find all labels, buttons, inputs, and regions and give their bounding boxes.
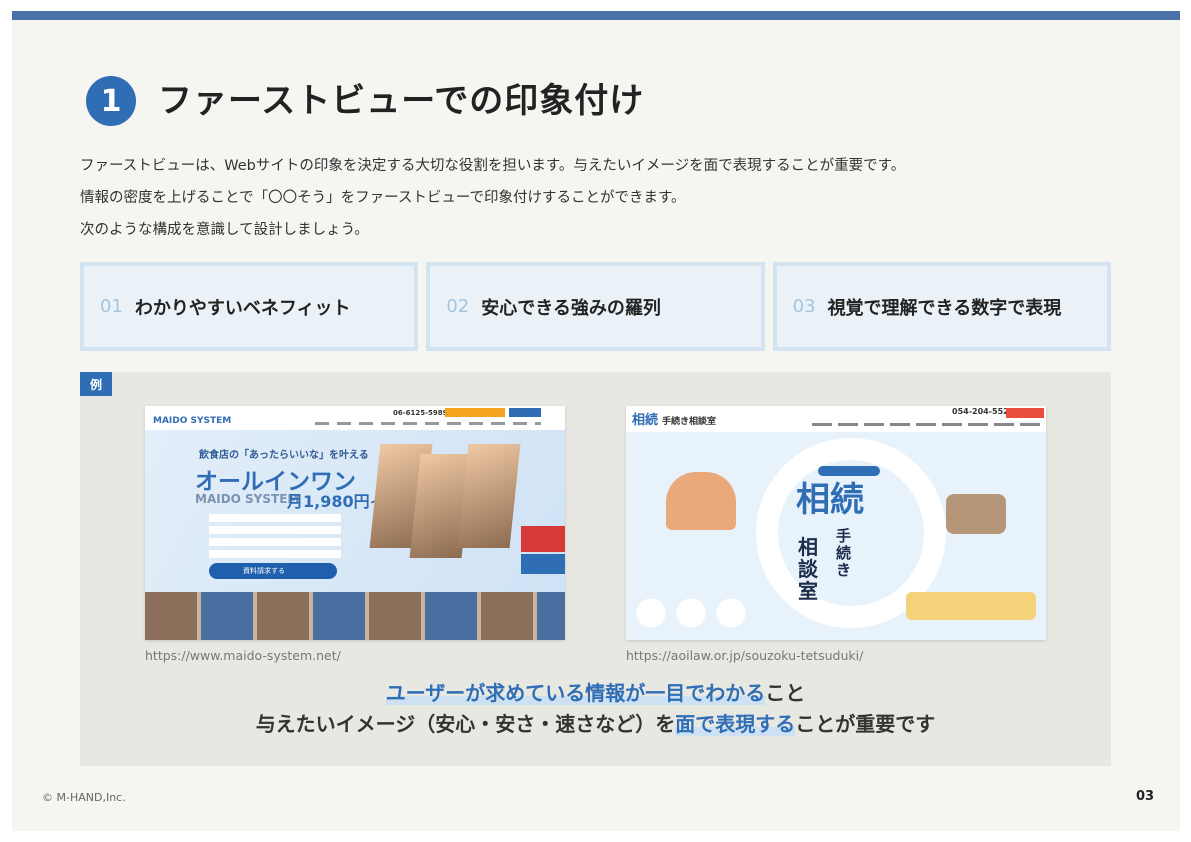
- mock-feature-chips: [285, 514, 341, 558]
- summary-highlight: 面で表現する: [675, 712, 796, 736]
- mock-hero: 相続 手続き 相談室: [626, 432, 1046, 640]
- mock-hero: 飲食店の「あったらいいな」を叶える オールインワン MAIDO SYSTEM 月…: [145, 430, 565, 592]
- copyright: © M-HAND,Inc.: [42, 791, 126, 804]
- example-tag: 例: [80, 372, 112, 396]
- mock-headline: 相続: [796, 480, 864, 520]
- point-card-02: 02 安心できる強みの羅列: [426, 262, 765, 351]
- intro-line: 次のような構成を意識して設計しましょう。: [80, 222, 369, 238]
- mock-nav: [812, 423, 1042, 426]
- slide: 1 ファーストビューでの印象付け ファーストビューは、Webサイトの印象を決定す…: [12, 11, 1180, 831]
- mock-subcopy: 相談室: [798, 535, 818, 603]
- mock-side-banner: [521, 526, 565, 552]
- example-screenshot-maido: MAIDO SYSTEM 06-6125-5989 飲食店の「あったらいいな」を…: [145, 406, 565, 640]
- mock-subcopy: 手続き: [836, 527, 852, 579]
- point-number: 03: [792, 296, 816, 317]
- mock-site-header: MAIDO SYSTEM 06-6125-5989: [145, 406, 565, 430]
- mock-illustration: [666, 472, 736, 530]
- mock-photo: [457, 444, 521, 548]
- example-summary: ユーザーが求めている情報が一目でわかること 与えたいイメージ（安心・安さ・速さな…: [80, 678, 1111, 740]
- page-number: 03: [1136, 789, 1155, 804]
- intro-line: ファーストビューは、Webサイトの印象を決定する大切な役割を担います。与えたいイ…: [80, 158, 906, 174]
- mock-header-button: [1006, 408, 1044, 418]
- example-panel: 例 MAIDO SYSTEM 06-6125-5989 飲食店の「あったらいいな…: [80, 372, 1111, 766]
- mock-site-header: 相続 手続き相談室 054-204-5521: [626, 406, 1046, 432]
- mock-nav: [315, 422, 541, 425]
- point-number: 01: [100, 296, 123, 317]
- mock-price: 月1,980円~: [287, 492, 384, 511]
- mock-side-banner: [521, 554, 565, 574]
- mock-phone: 054-204-5521: [952, 407, 1015, 416]
- point-label: わかりやすいベネフィット: [134, 297, 351, 319]
- example-screenshot-aoilaw: 相続 手続き相談室 054-204-5521 相続 手続き 相談室: [626, 406, 1046, 640]
- mock-badge: [818, 466, 880, 476]
- mock-subcopy: 飲食店の「あったらいいな」を叶える: [199, 450, 369, 461]
- mock-illustration: [946, 494, 1006, 534]
- point-label: 視覚で理解できる数字で表現: [827, 297, 1062, 319]
- page-title: ファーストビューでの印象付け: [158, 81, 645, 121]
- summary-highlight: ユーザーが求めている情報が一目でわかる: [385, 681, 766, 705]
- point-card-03: 03 視覚で理解できる数字で表現: [772, 262, 1111, 351]
- mock-logo: MAIDO SYSTEM: [153, 416, 232, 426]
- mock-site-name: 手続き相談室: [662, 417, 717, 427]
- mock-feature-circles: [636, 598, 756, 628]
- section-number-badge: 1: [86, 76, 136, 126]
- point-number: 02: [446, 296, 470, 317]
- example-url: https://aoilaw.or.jp/souzoku-tetsuduki/: [626, 648, 864, 663]
- summary-line: ユーザーが求めている情報が一目でわかること: [80, 678, 1111, 709]
- mock-cta-button: 資料請求する: [209, 563, 337, 579]
- example-url: https://www.maido-system.net/: [145, 648, 341, 663]
- mock-header-button: [445, 408, 505, 417]
- mock-header-button: [509, 408, 541, 417]
- summary-text: 与えたいイメージ（安心・安さ・速さなど）を: [255, 712, 676, 736]
- top-accent-bar: [12, 11, 1180, 20]
- key-points: 01 わかりやすいベネフィット 02 安心できる強みの羅列 03 視覚で理解でき…: [80, 262, 1111, 351]
- summary-line: 与えたいイメージ（安心・安さ・速さなど）を面で表現することが重要です: [80, 709, 1111, 740]
- mock-illustration: [906, 592, 1036, 620]
- point-label: 安心できる強みの羅列: [481, 297, 661, 319]
- summary-text: ことが重要です: [795, 712, 936, 736]
- intro-text: ファーストビューは、Webサイトの印象を決定する大切な役割を担います。与えたいイ…: [80, 150, 905, 246]
- mock-phone: 06-6125-5989: [393, 409, 448, 417]
- intro-line: 情報の密度を上げることで「〇〇そう」をファーストビューで印象付けすることができま…: [80, 190, 686, 206]
- summary-text: こと: [765, 681, 806, 705]
- mock-logo: 相続: [632, 413, 659, 428]
- mock-brand: MAIDO SYSTEM: [195, 492, 300, 506]
- mock-image-strip: [145, 592, 565, 640]
- point-card-01: 01 わかりやすいベネフィット: [80, 262, 419, 351]
